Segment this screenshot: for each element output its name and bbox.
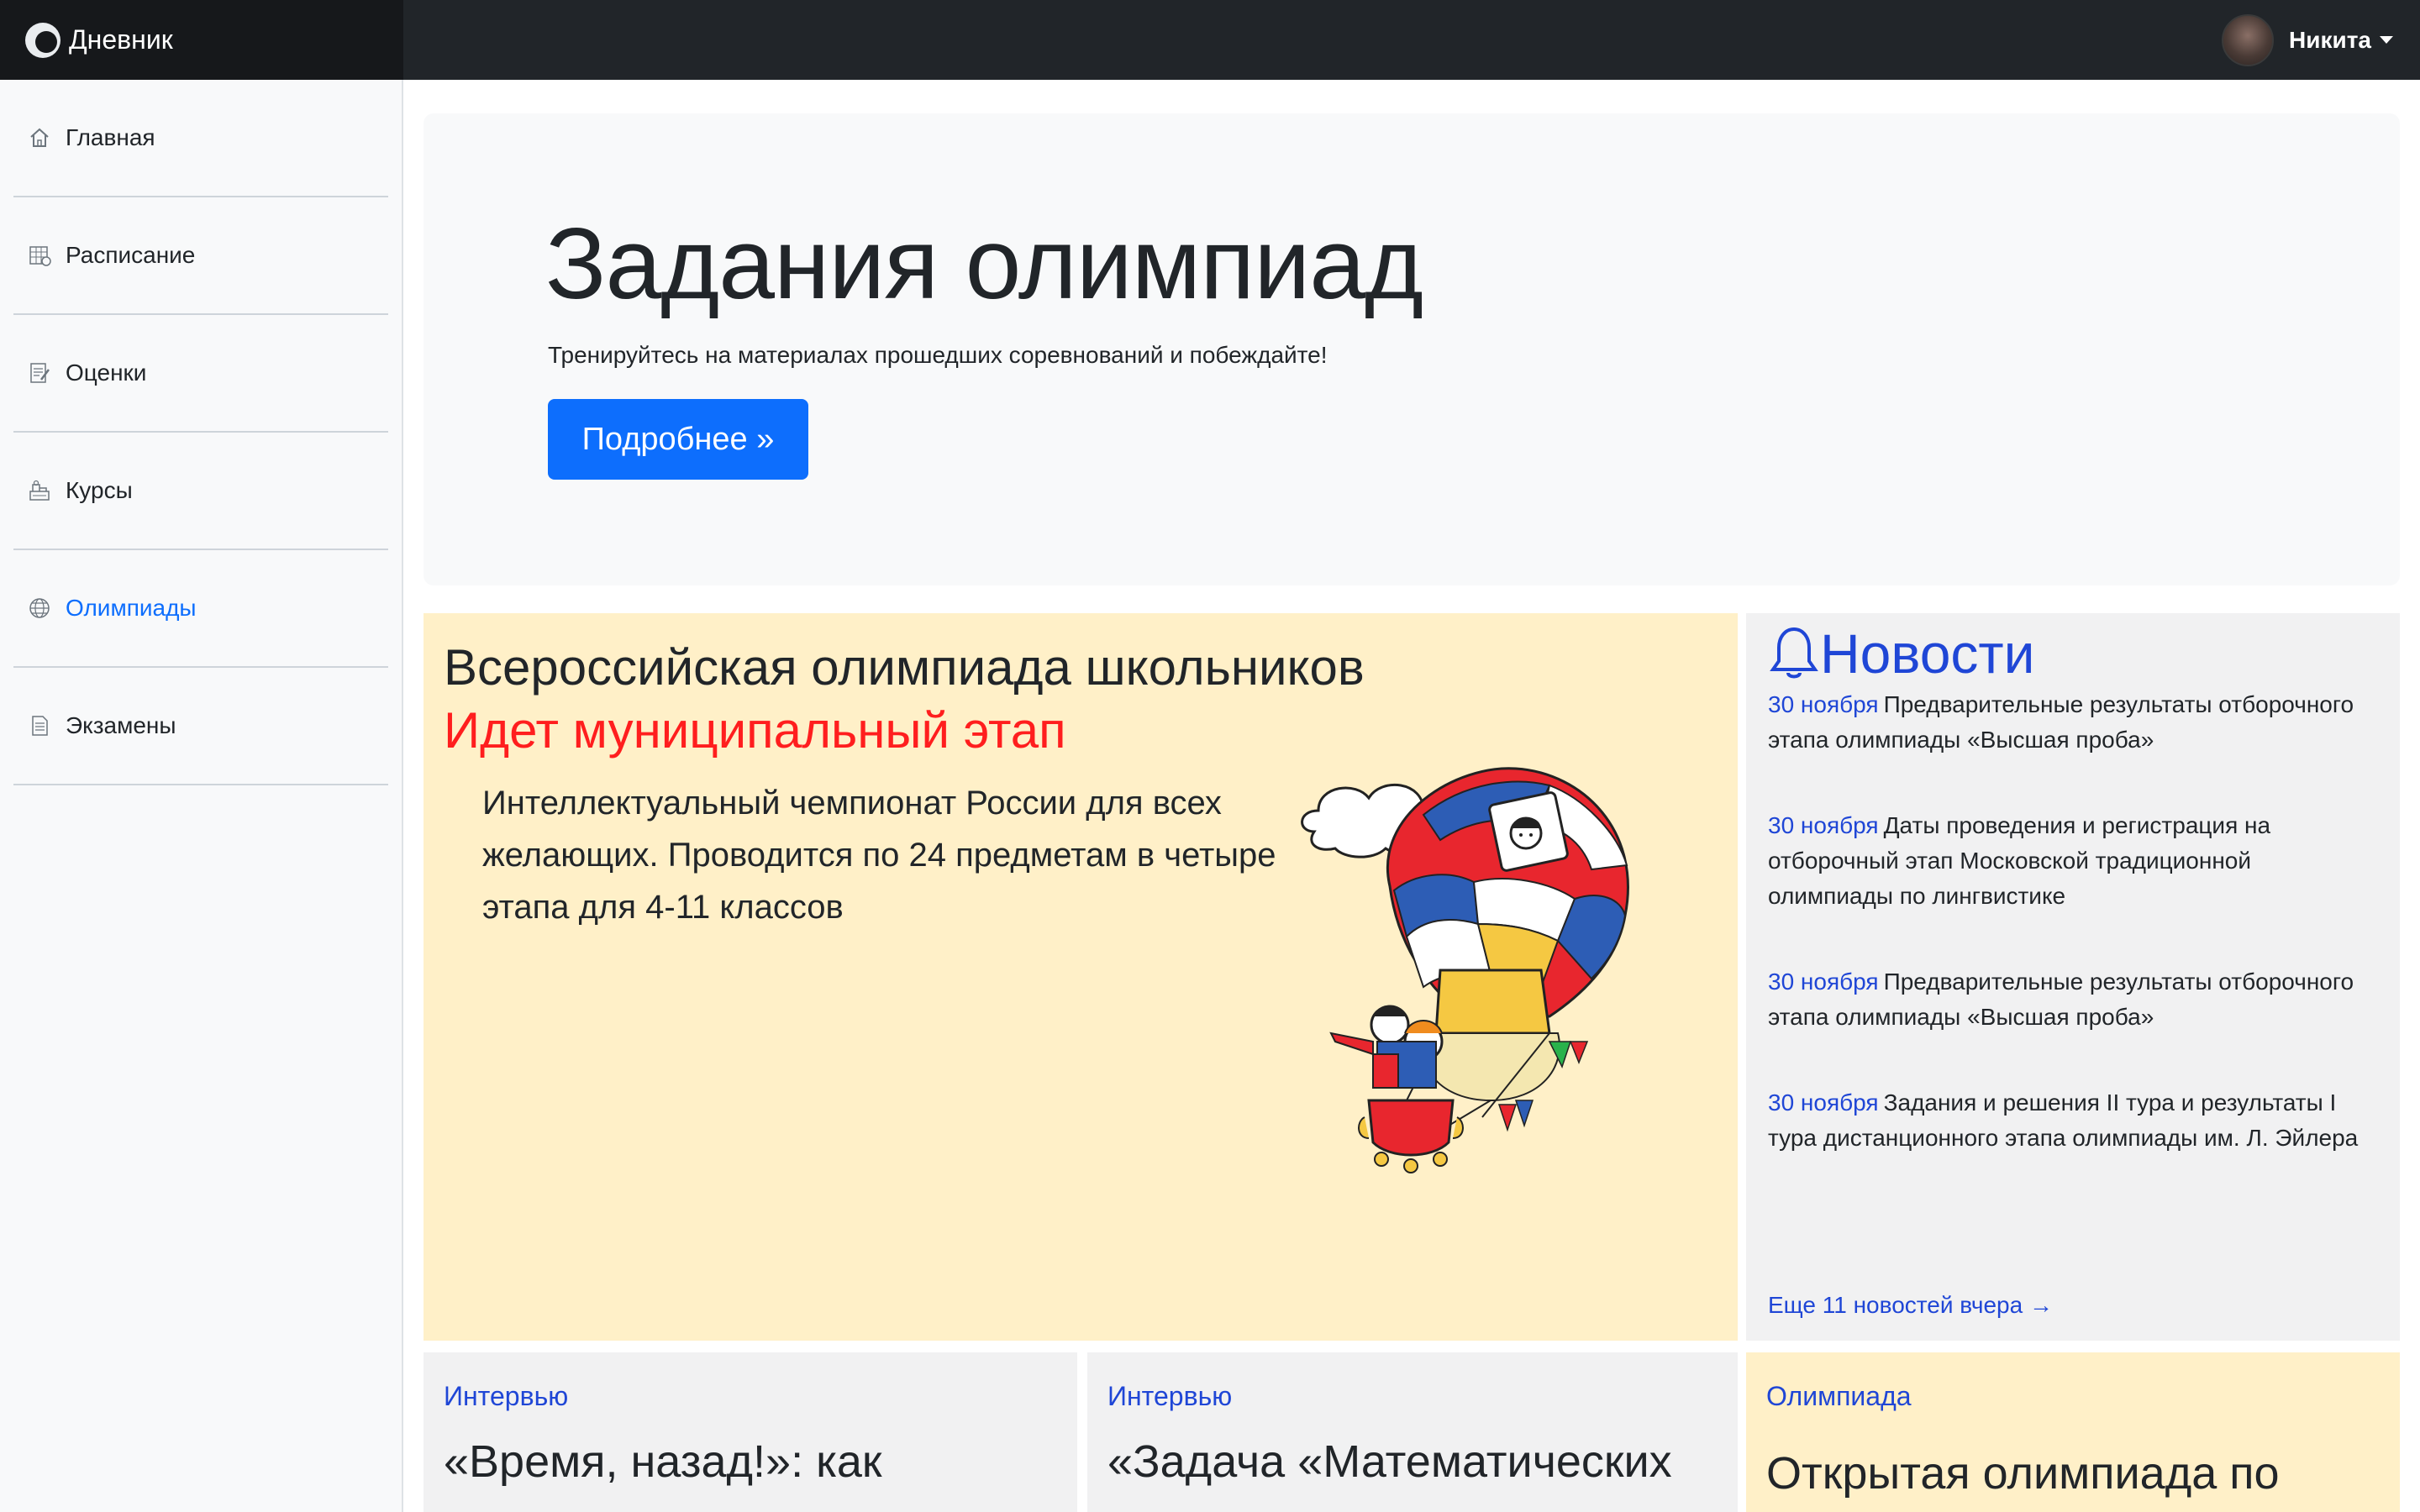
courses-icon xyxy=(27,478,52,503)
news-panel: Новости 30 ноября Предварительные результ… xyxy=(1746,613,2400,1341)
card-title[interactable]: Открытая олимпиада по xyxy=(1766,1447,2380,1499)
sidebar-item-label: Олимпиады xyxy=(66,595,197,621)
grades-icon xyxy=(27,360,52,386)
logo-icon xyxy=(25,22,60,58)
news-date[interactable]: 30 ноября xyxy=(1768,969,1879,995)
card-category[interactable]: Интервью xyxy=(444,1381,1057,1412)
brand-name: Дневник xyxy=(69,24,173,55)
home-icon xyxy=(27,125,52,150)
sidebar-item-label: Расписание xyxy=(66,242,196,268)
page-title: Задания олимпиад xyxy=(545,207,1423,320)
card-title[interactable]: «Задача «Математических xyxy=(1107,1436,1718,1488)
sidebar-item-olympiads[interactable]: Олимпиады xyxy=(13,550,388,668)
news-title: Новости xyxy=(1820,622,2035,685)
document-icon xyxy=(27,713,52,738)
user-menu[interactable]: Никита xyxy=(2222,0,2393,80)
hero-banner: Задания олимпиад Тренируйтесь на материа… xyxy=(424,113,2400,585)
news-item[interactable]: 30 ноября Даты проведения и регистрация н… xyxy=(1768,808,2381,914)
more-news-link[interactable]: Еще 11 новостей вчера → xyxy=(1768,1292,2053,1319)
top-navbar: Дневник Никита xyxy=(0,0,2420,80)
main-content: Задания олимпиад Тренируйтесь на материа… xyxy=(403,80,2420,1512)
feature-card[interactable]: Всероссийская олимпиада школьников Идет … xyxy=(424,613,1738,1341)
sidebar-item-label: Курсы xyxy=(66,477,133,503)
calendar-icon xyxy=(27,243,52,268)
news-item[interactable]: 30 ноября Предварительные результаты отбо… xyxy=(1768,964,2381,1035)
card-category[interactable]: Олимпиада xyxy=(1766,1381,2380,1412)
feature-description: Интеллектуальный чемпионат России для вс… xyxy=(482,785,1276,926)
article-card[interactable]: Олимпиада Открытая олимпиада по xyxy=(1746,1352,2400,1512)
hot-air-balloon-illustration xyxy=(1301,767,1629,1173)
avatar[interactable] xyxy=(2222,13,2275,66)
sidebar-item-exams[interactable]: Экзамены xyxy=(13,668,388,785)
brand[interactable]: Дневник xyxy=(0,0,403,80)
news-item[interactable]: 30 ноября Предварительные результаты отбо… xyxy=(1768,687,2381,758)
article-card[interactable]: Интервью «Время, назад!»: как xyxy=(424,1352,1077,1512)
sidebar: Главная Расписание Оценки Курсы Олимпиад… xyxy=(0,80,403,1512)
news-date[interactable]: 30 ноября xyxy=(1768,812,1879,838)
sidebar-item-grades[interactable]: Оценки xyxy=(13,315,388,433)
sidebar-item-label: Оценки xyxy=(66,360,147,386)
card-category[interactable]: Интервью xyxy=(1107,1381,1718,1412)
feature-stage: Идет муниципальный этап xyxy=(444,702,1066,759)
sidebar-item-schedule[interactable]: Расписание xyxy=(13,197,388,315)
globe-icon xyxy=(27,596,52,621)
news-date[interactable]: 30 ноября xyxy=(1768,691,1879,717)
sidebar-item-label: Экзамены xyxy=(66,712,176,738)
news-item[interactable]: 30 ноября Задания и решения II тура и рез… xyxy=(1768,1085,2381,1156)
news-list: 30 ноября Предварительные результаты отбо… xyxy=(1768,687,2381,1206)
more-button[interactable]: Подробнее » xyxy=(548,399,808,480)
article-card[interactable]: Интервью «Задача «Математических xyxy=(1087,1352,1738,1512)
bell-icon xyxy=(1770,627,1818,679)
card-title[interactable]: «Время, назад!»: как xyxy=(444,1436,1057,1488)
news-date[interactable]: 30 ноября xyxy=(1768,1089,1879,1116)
sidebar-item-home[interactable]: Главная xyxy=(13,80,388,197)
chevron-down-icon[interactable] xyxy=(2380,36,2393,44)
feature-title: Всероссийская олимпиада школьников xyxy=(444,639,1365,696)
hero-subtitle: Тренируйтесь на материалах прошедших сор… xyxy=(548,342,1328,368)
news-header: Новости xyxy=(1768,622,2035,685)
sidebar-item-courses[interactable]: Курсы xyxy=(13,433,388,550)
user-name[interactable]: Никита xyxy=(2289,27,2371,54)
sidebar-item-label: Главная xyxy=(66,124,155,150)
